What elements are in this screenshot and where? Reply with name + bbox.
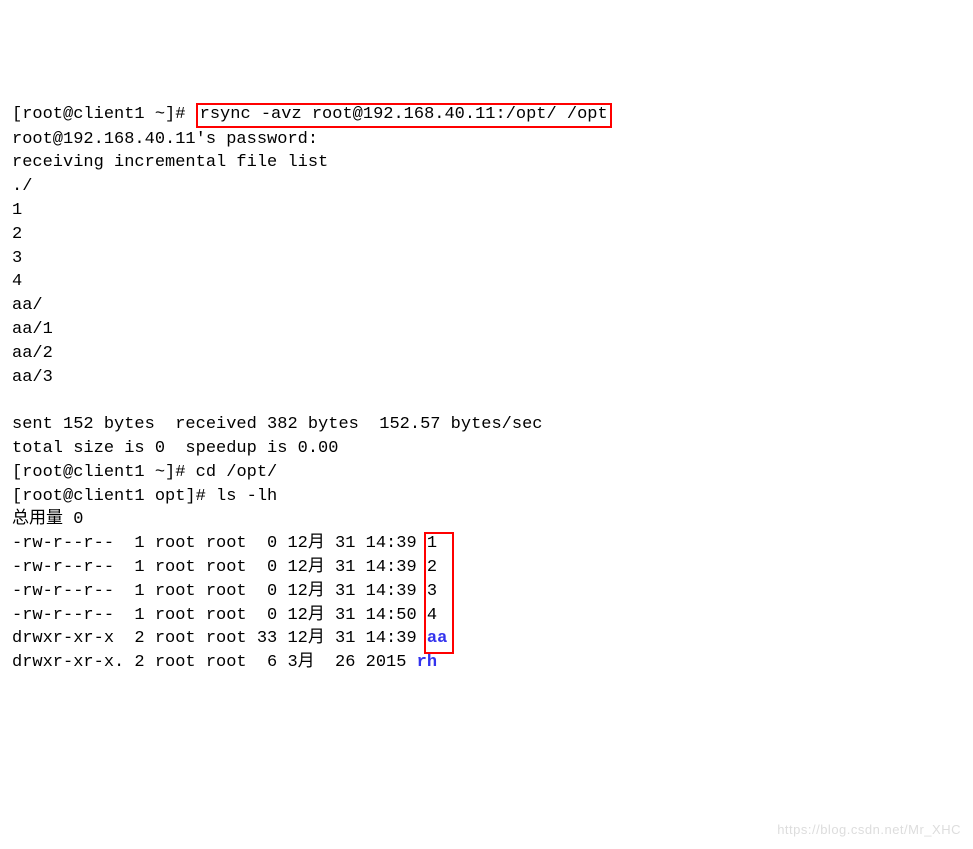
ls-filename: 1 xyxy=(427,534,437,553)
ls-row: -rw-r--r-- 1 root root 0 12月 31 14:39 xyxy=(12,534,427,553)
file-line: aa/1 xyxy=(12,320,53,339)
ls-row: -rw-r--r-- 1 root root 0 12月 31 14:39 xyxy=(12,558,427,577)
prompt-1-prefix: [root@client1 ~]# xyxy=(12,105,196,124)
file-line: aa/2 xyxy=(12,344,53,363)
file-line: 4 xyxy=(12,272,22,291)
password-prompt: root@192.168.40.11's password: xyxy=(12,130,318,149)
summary-line-2: total size is 0 speedup is 0.00 xyxy=(12,439,338,458)
ls-row: -rw-r--r-- 1 root root 0 12月 31 14:50 xyxy=(12,606,427,625)
rsync-command-highlight: rsync -avz root@192.168.40.11:/opt/ /opt xyxy=(196,103,612,127)
prompt-3-prefix: [root@client1 opt]# xyxy=(12,487,216,506)
prompt-2-prefix: [root@client1 ~]# xyxy=(12,463,196,482)
file-line: aa/ xyxy=(12,296,43,315)
ls-filename: rh xyxy=(417,653,437,672)
file-line: 1 xyxy=(12,201,22,220)
cd-command: cd /opt/ xyxy=(196,463,278,482)
ls-filename: 4 xyxy=(427,606,437,625)
file-line: 3 xyxy=(12,249,22,268)
ls-filename: 2 xyxy=(427,558,437,577)
watermark: https://blog.csdn.net/Mr_XHC xyxy=(777,821,961,839)
terminal-content: [root@client1 ~]# rsync -avz root@192.16… xyxy=(12,103,961,675)
ls-filename: aa xyxy=(427,629,447,648)
ls-filename: 3 xyxy=(427,582,437,601)
ls-row: drwxr-xr-x. 2 root root 6 3月 26 2015 xyxy=(12,653,417,672)
ls-row: drwxr-xr-x 2 root root 33 12月 31 14:39 xyxy=(12,629,427,648)
ls-row: -rw-r--r-- 1 root root 0 12月 31 14:39 xyxy=(12,582,427,601)
file-line: ./ xyxy=(12,177,32,196)
file-line: aa/3 xyxy=(12,368,53,387)
ls-total: 总用量 0 xyxy=(12,510,83,529)
summary-line-1: sent 152 bytes received 382 bytes 152.57… xyxy=(12,415,543,434)
receiving-line: receiving incremental file list xyxy=(12,153,328,172)
ls-command: ls -lh xyxy=(216,487,277,506)
file-line: 2 xyxy=(12,225,22,244)
